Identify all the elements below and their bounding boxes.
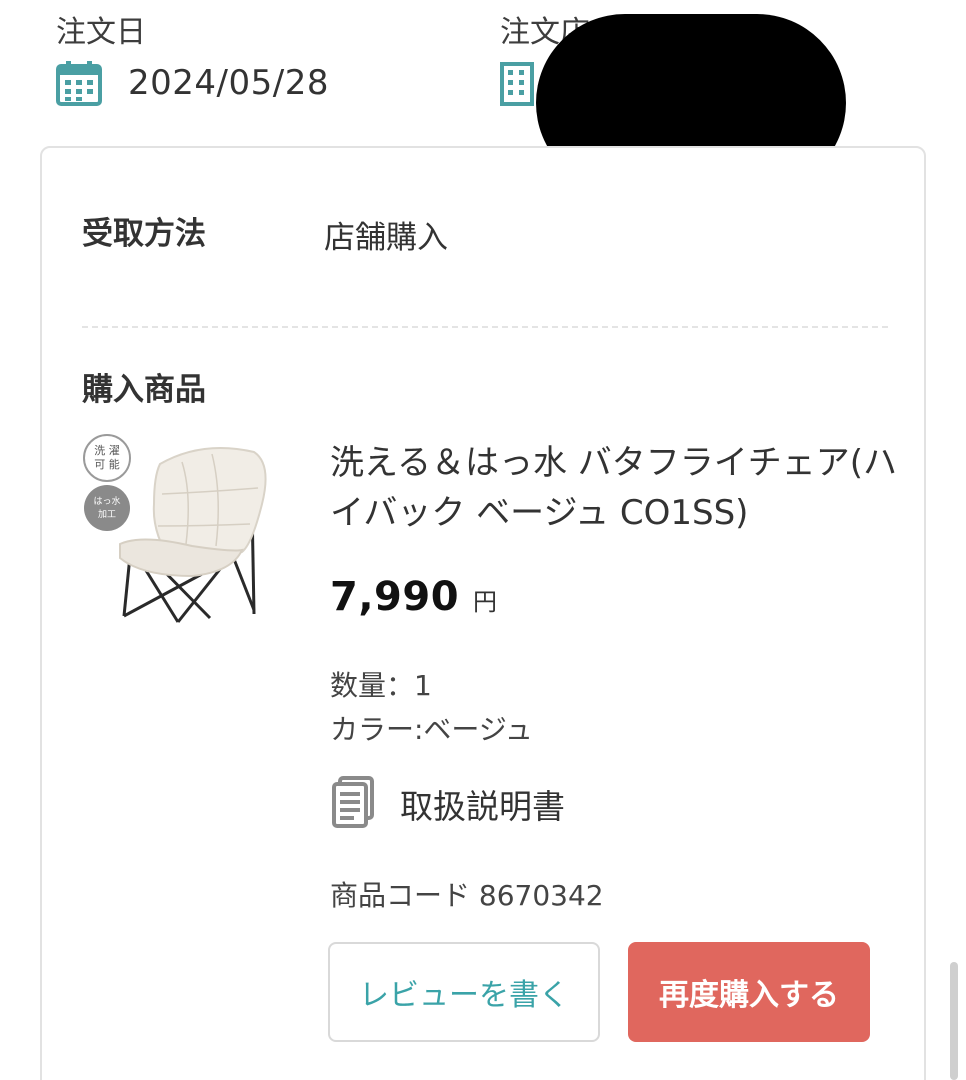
order-date-row: 2024/05/28 (56, 60, 329, 106)
product-name[interactable]: 洗える＆はっ水 バタフライチェア(ハイバック ベージュ CO1SS) (330, 438, 910, 538)
purchased-items-label: 購入商品 (82, 372, 206, 408)
write-review-button[interactable]: レビューを書く (328, 942, 600, 1042)
receive-method-label: 受取方法 (82, 216, 206, 252)
product-price: 7,990 円 (330, 574, 497, 620)
water-repellent-badge-icon (84, 485, 130, 531)
product-code: 商品コード 8670342 (330, 879, 604, 912)
document-icon (332, 776, 376, 832)
page-scrollbar[interactable] (950, 962, 958, 1080)
product-image[interactable]: 洗 濯 可 能 はっ水 加工 (82, 434, 282, 634)
receive-method-value: 店舗購入 (324, 220, 448, 256)
calendar-icon (56, 60, 102, 106)
water-repellent-badge-text-1: はっ水 (93, 495, 120, 507)
order-date-label: 注文日 (56, 15, 146, 50)
quantity-text: 数量：1 (330, 669, 432, 702)
section-divider (82, 326, 888, 328)
rebuy-button[interactable]: 再度購入する (628, 942, 870, 1042)
price-currency: 円 (473, 588, 498, 616)
order-date-value: 2024/05/28 (128, 63, 329, 103)
order-detail-card: 受取方法 店舗購入 購入商品 洗 濯 可 能 はっ水 加工 洗える＆はっ水 バタ… (40, 146, 926, 1080)
color-text: カラー:ベージュ (330, 713, 533, 746)
water-repellent-badge-text-2: 加工 (98, 509, 116, 520)
manual-link[interactable]: 取扱説明書 (332, 776, 565, 832)
washable-badge-text-1: 洗 濯 (94, 444, 120, 457)
order-detail-page: 注文日 2024/05/28 注文店 受取方法 店舗購入 購入商品 洗 濯 可 … (0, 0, 966, 1080)
price-value: 7,990 (330, 574, 460, 620)
washable-badge-text-2: 可 能 (94, 457, 120, 471)
manual-label[interactable]: 取扱説明書 (400, 780, 565, 828)
